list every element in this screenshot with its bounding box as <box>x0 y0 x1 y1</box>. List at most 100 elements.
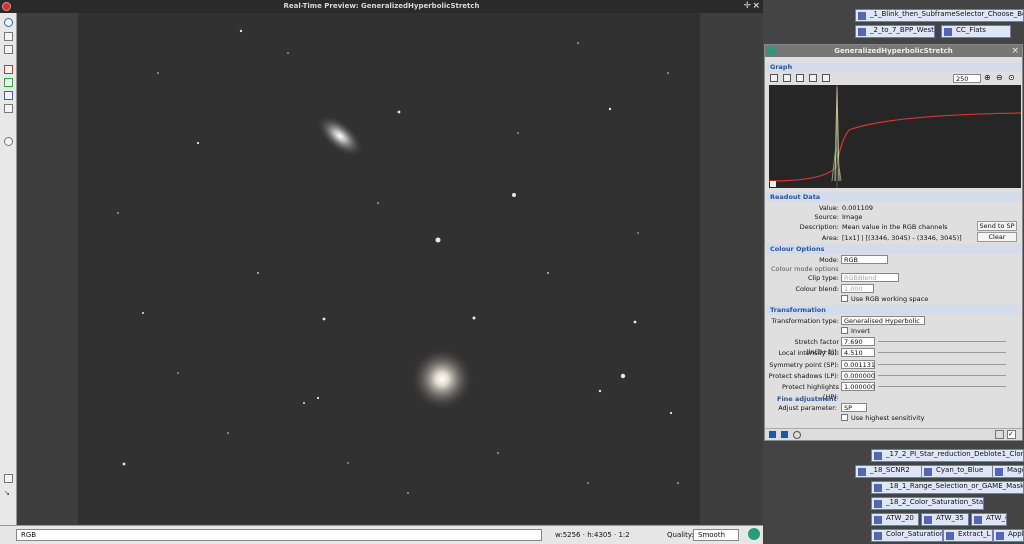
b-input[interactable]: 4.510 <box>841 348 875 357</box>
process-icon[interactable]: ATW_20 <box>871 513 919 526</box>
d-input[interactable]: 7.690 <box>841 337 875 346</box>
highest-label: Use highest sensitivity <box>851 414 925 422</box>
adjust-label: Adjust parameter: <box>778 404 837 412</box>
ghs-title[interactable]: GeneralizedHyperbolicStretch <box>765 45 1022 57</box>
process-icon[interactable]: Apply <box>993 529 1024 542</box>
reset-icon[interactable] <box>995 430 1004 439</box>
hp-input[interactable]: 1.000000 <box>841 382 875 391</box>
use-rgb-label: Use RGB working space <box>851 295 929 303</box>
b-label: Local intensity (b): <box>778 349 839 357</box>
stretch-graph[interactable] <box>769 85 1021 188</box>
blue-channel-icon[interactable] <box>4 91 13 100</box>
zoom-input[interactable]: 250 <box>953 74 981 83</box>
graph-tool-icon[interactable] <box>783 74 791 82</box>
lp-label: Protect shadows (LP): <box>768 372 839 380</box>
zoom-fit-icon[interactable]: ⊙ <box>1008 73 1015 82</box>
graph-tool-icon[interactable] <box>796 74 804 82</box>
grid-icon[interactable] <box>809 74 817 82</box>
process-icon[interactable]: _17_2_PI_Star_reduction_Deblote1_Clone <box>871 449 1024 462</box>
preview-image[interactable] <box>78 13 700 524</box>
process-icon[interactable]: _18_SCNR2 <box>855 465 923 478</box>
description-readout: Mean value in the RGB channels <box>842 223 948 231</box>
source-readout: Image <box>842 213 863 221</box>
area-label: Area: <box>821 234 839 242</box>
star-field <box>117 29 679 494</box>
sp-input[interactable]: 0.001131 <box>841 360 875 369</box>
blend-label: Colour blend: <box>795 285 839 293</box>
galaxy-glow <box>410 347 474 411</box>
hp-slider[interactable] <box>878 386 1006 387</box>
description-label: Description: <box>799 223 839 231</box>
process-icon[interactable]: Cyan_to_Blue <box>921 465 999 478</box>
histogram-icon[interactable] <box>822 74 830 82</box>
ttype-select[interactable]: Generalised Hyperbolic <box>841 316 925 325</box>
lp-slider[interactable] <box>878 375 1006 376</box>
use-rgb-checkbox[interactable] <box>841 295 848 302</box>
preview-icon[interactable] <box>793 431 801 439</box>
process-icon[interactable]: ATW_6 <box>971 513 1007 526</box>
invert-label: Invert <box>851 327 871 335</box>
b-slider[interactable] <box>878 352 1006 353</box>
green-channel-icon[interactable] <box>4 78 13 87</box>
zoom-in-icon[interactable]: ⊕ <box>984 73 991 82</box>
send-to-sp-button[interactable]: Send to SP <box>977 221 1017 231</box>
left-toolbar: ↘ <box>0 13 17 529</box>
quality-label: Quality: <box>667 531 694 539</box>
apply-global-icon[interactable] <box>781 431 788 438</box>
blend-input[interactable]: 1.000 <box>841 284 874 293</box>
preview-title-bar: Real-Time Preview: GeneralizedHyperbolic… <box>0 0 763 13</box>
quality-select[interactable]: Smooth <box>693 529 739 541</box>
preview-status-bar: RGB w:5256 · h:4305 · 1:2 Quality: Smoot… <box>0 525 763 544</box>
red-channel-icon[interactable] <box>4 65 13 74</box>
zoom-out-icon[interactable]: ⊖ <box>996 73 1003 82</box>
d-slider[interactable] <box>878 341 1006 342</box>
highest-checkbox[interactable] <box>841 414 848 421</box>
process-icon[interactable]: _18_2_Color_Saturation_Stars <box>871 497 984 510</box>
close-icon[interactable]: × <box>752 0 760 13</box>
ttype-label: Transformation type: <box>771 317 839 325</box>
new-instance-icon[interactable] <box>769 431 776 438</box>
clip-label: Clip type: <box>807 274 839 282</box>
process-icon[interactable]: _1_Blink_then_SubframeSelector_Choose_Be… <box>855 9 1024 22</box>
stf-icon[interactable] <box>4 137 13 146</box>
dialog-close-icon[interactable]: × <box>1011 45 1019 57</box>
fit-icon[interactable] <box>4 32 13 41</box>
area-readout: [1x1] | [(3346, 3045) - (3346, 3045)] <box>842 234 962 242</box>
sp-slider[interactable] <box>878 364 1006 365</box>
zoom-11-icon[interactable] <box>4 45 13 54</box>
readout-section[interactable]: Readout Data <box>766 192 1021 202</box>
transformation-section[interactable]: Transformation <box>766 305 1021 315</box>
process-icon[interactable]: Extract_L <box>943 529 993 542</box>
graph-tool-icon[interactable] <box>770 74 778 82</box>
process-icon[interactable]: _18_1_Range_Selection_or_GAME_Mask_to_Bl… <box>871 481 1024 494</box>
galaxy-m81 <box>316 115 364 157</box>
clip-select[interactable]: RGBBlend <box>841 273 899 282</box>
clear-button[interactable]: Clear <box>977 232 1017 242</box>
pan-icon[interactable] <box>4 474 13 483</box>
sp-label: Symmetry point (SP): <box>769 361 839 369</box>
lp-input[interactable]: 0.000000 <box>841 371 875 380</box>
move-icon[interactable]: ✛ <box>743 0 751 13</box>
zoom-icon[interactable] <box>4 18 13 27</box>
channel-select[interactable]: RGB <box>16 529 542 541</box>
realtime-icon[interactable] <box>748 528 760 540</box>
process-icon-mark <box>767 46 776 55</box>
source-label: Source: <box>814 213 839 221</box>
process-icon[interactable]: Mage <box>992 465 1024 478</box>
arrow-icon[interactable]: ↘ <box>4 489 13 498</box>
adjust-select[interactable]: SP <box>841 403 867 412</box>
preview-window: Real-Time Preview: GeneralizedHyperbolic… <box>0 0 763 544</box>
colour-section[interactable]: Colour Options <box>766 244 1021 254</box>
app-icon <box>2 2 11 11</box>
process-icon[interactable]: _2_to_7_BPP_West <box>855 25 935 38</box>
process-icon[interactable]: Color_Saturation <box>871 529 943 542</box>
invert-checkbox[interactable] <box>841 327 848 334</box>
process-icon[interactable]: ATW_35 <box>921 513 969 526</box>
rgb-channel-icon[interactable] <box>4 104 13 113</box>
execute-icon[interactable]: ✓ <box>1007 430 1016 439</box>
mode-select[interactable]: RGB <box>841 255 888 264</box>
graph-section[interactable]: Graph <box>766 62 1021 72</box>
ghs-dialog: GeneralizedHyperbolicStretch × Graph 250… <box>764 44 1023 441</box>
process-icon[interactable]: CC_Flats <box>941 25 1011 38</box>
dialog-bottom-bar <box>765 428 1022 440</box>
